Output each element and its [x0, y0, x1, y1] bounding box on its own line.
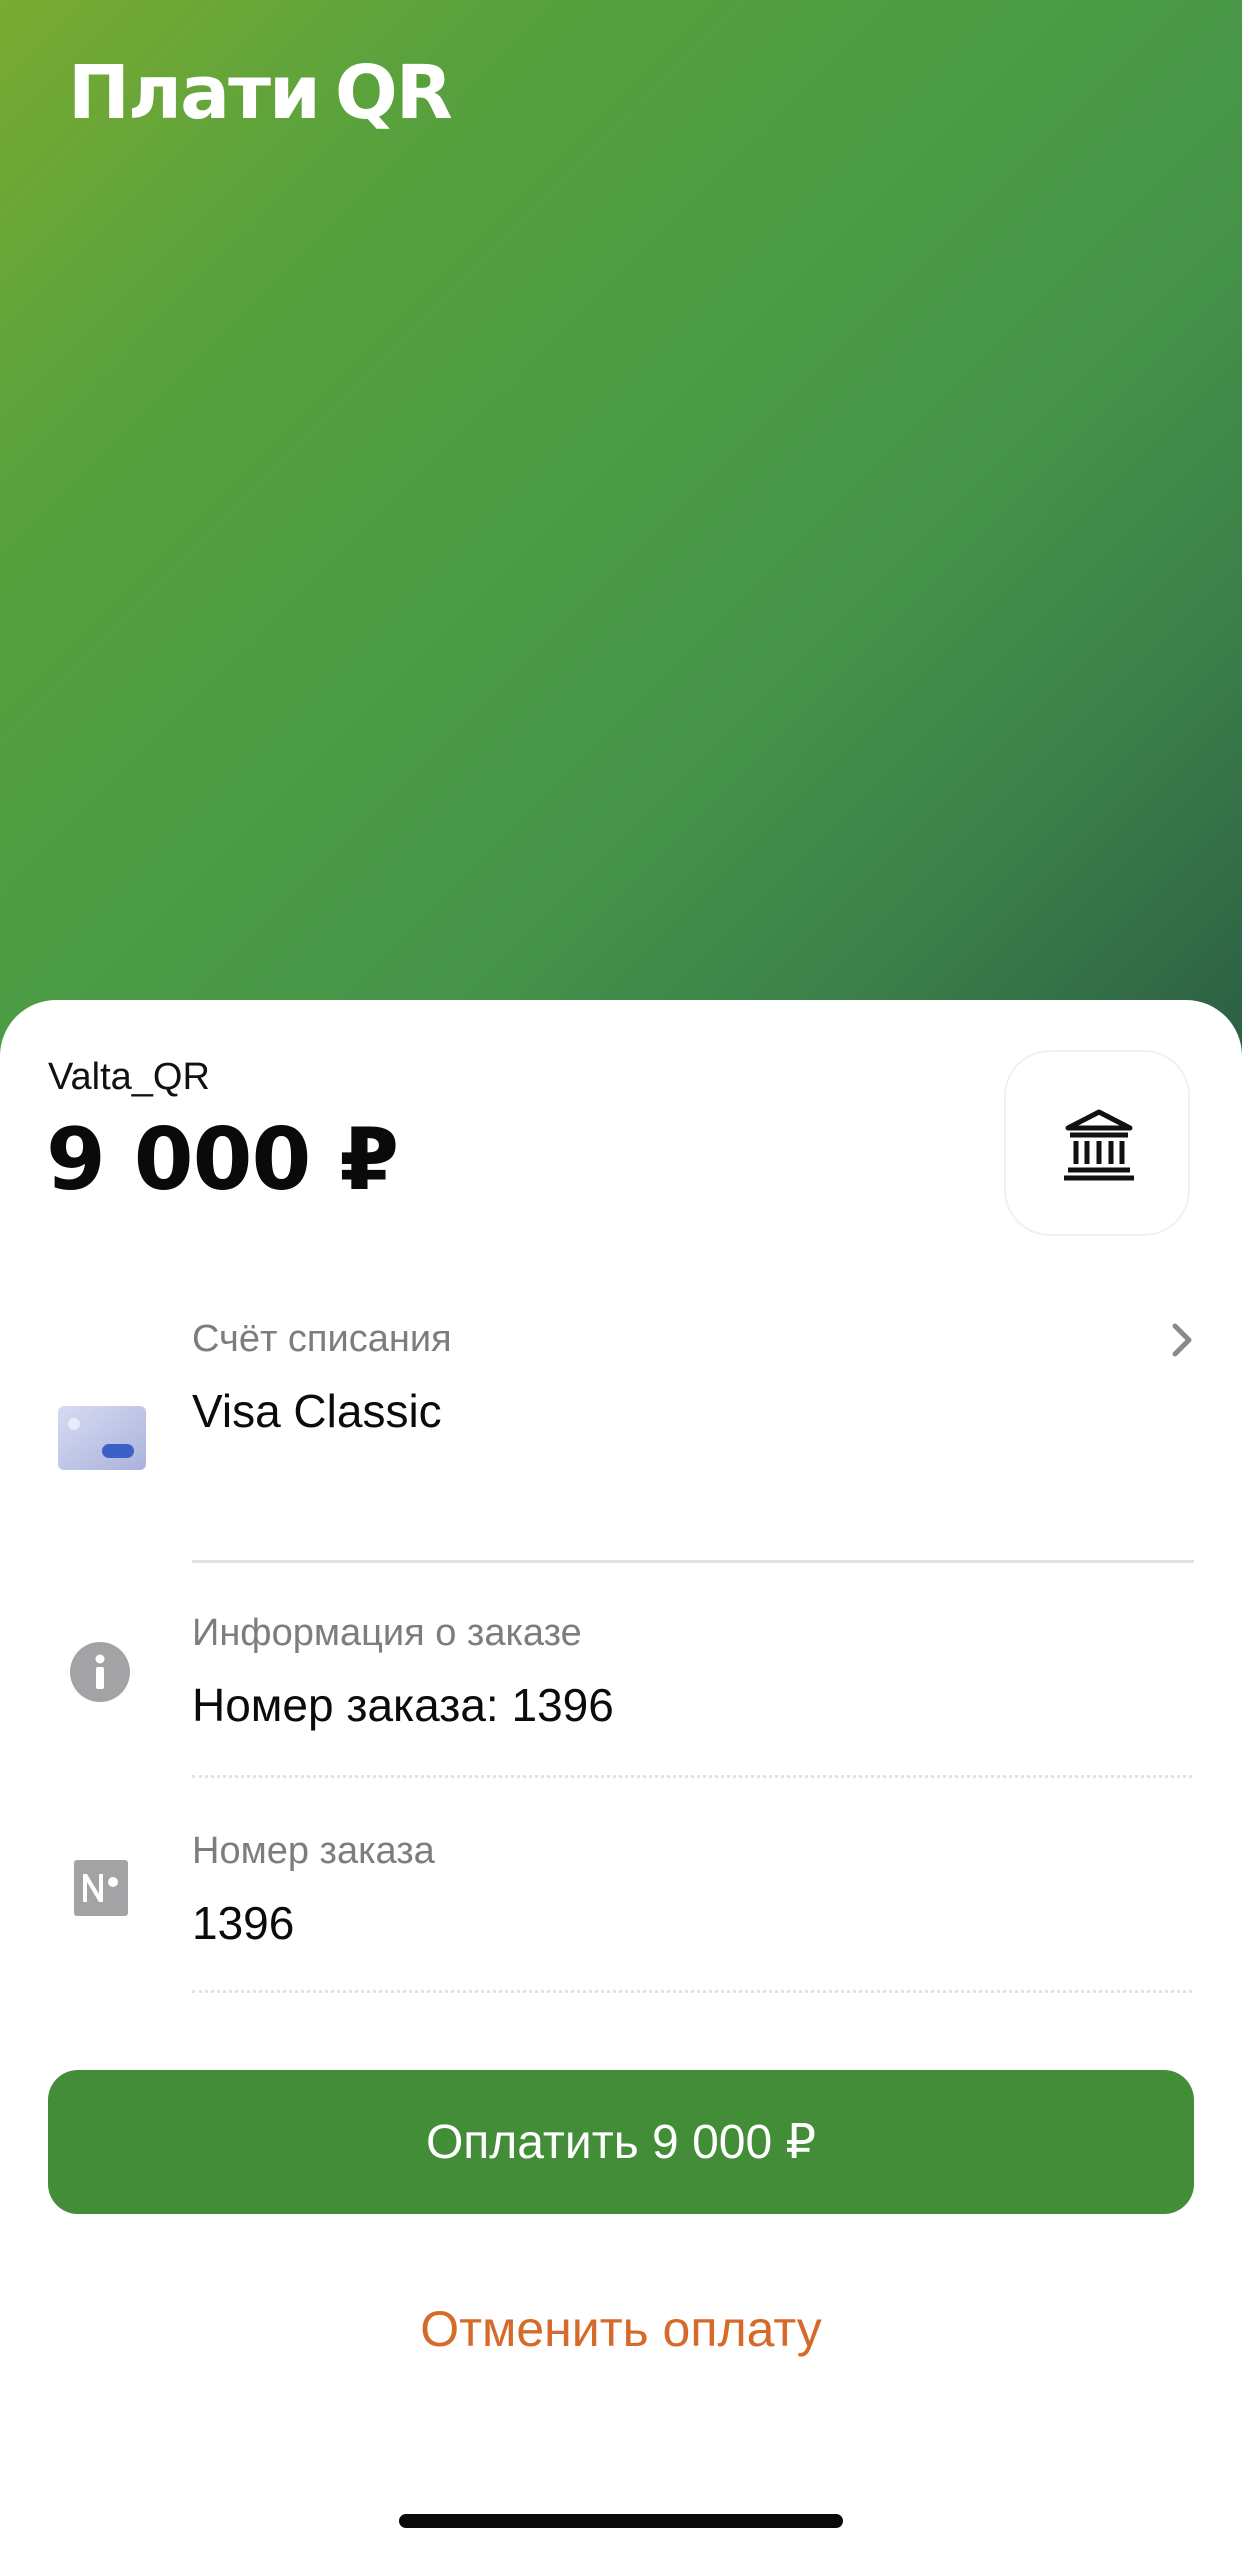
- merchant-name: Valta_QR: [48, 1056, 210, 1098]
- account-value: Visa Classic: [192, 1385, 442, 1437]
- divider: [192, 1775, 1192, 1778]
- account-label: Счёт списания: [192, 1318, 452, 1360]
- number-sign-icon: [74, 1860, 128, 1916]
- order-number-value: 1396: [192, 1897, 295, 1949]
- order-info-label: Информация о заказе: [192, 1612, 582, 1654]
- divider: [192, 1560, 1194, 1563]
- card-icon: [58, 1406, 146, 1470]
- merchant-bank-tile: [1004, 1050, 1190, 1236]
- logo-text: Плати: [68, 50, 321, 136]
- chevron-right-icon[interactable]: [1170, 1322, 1196, 1358]
- bank-building-icon: [1064, 1109, 1134, 1181]
- cancel-payment-link[interactable]: Отменить оплату: [0, 2300, 1242, 2358]
- brand-logo: Плати QR: [68, 50, 453, 136]
- logo-qr-text: QR: [334, 50, 453, 136]
- payment-amount: 9 000 ₽: [46, 1110, 399, 1210]
- order-number-label: Номер заказа: [192, 1830, 435, 1872]
- divider: [192, 1990, 1192, 1993]
- home-indicator[interactable]: [399, 2514, 843, 2528]
- info-icon: [70, 1642, 130, 1702]
- order-info-value: Номер заказа: 1396: [192, 1679, 614, 1731]
- pay-button[interactable]: Оплатить 9 000 ₽: [48, 2070, 1194, 2214]
- hero-background: Плати QR: [0, 0, 1242, 1060]
